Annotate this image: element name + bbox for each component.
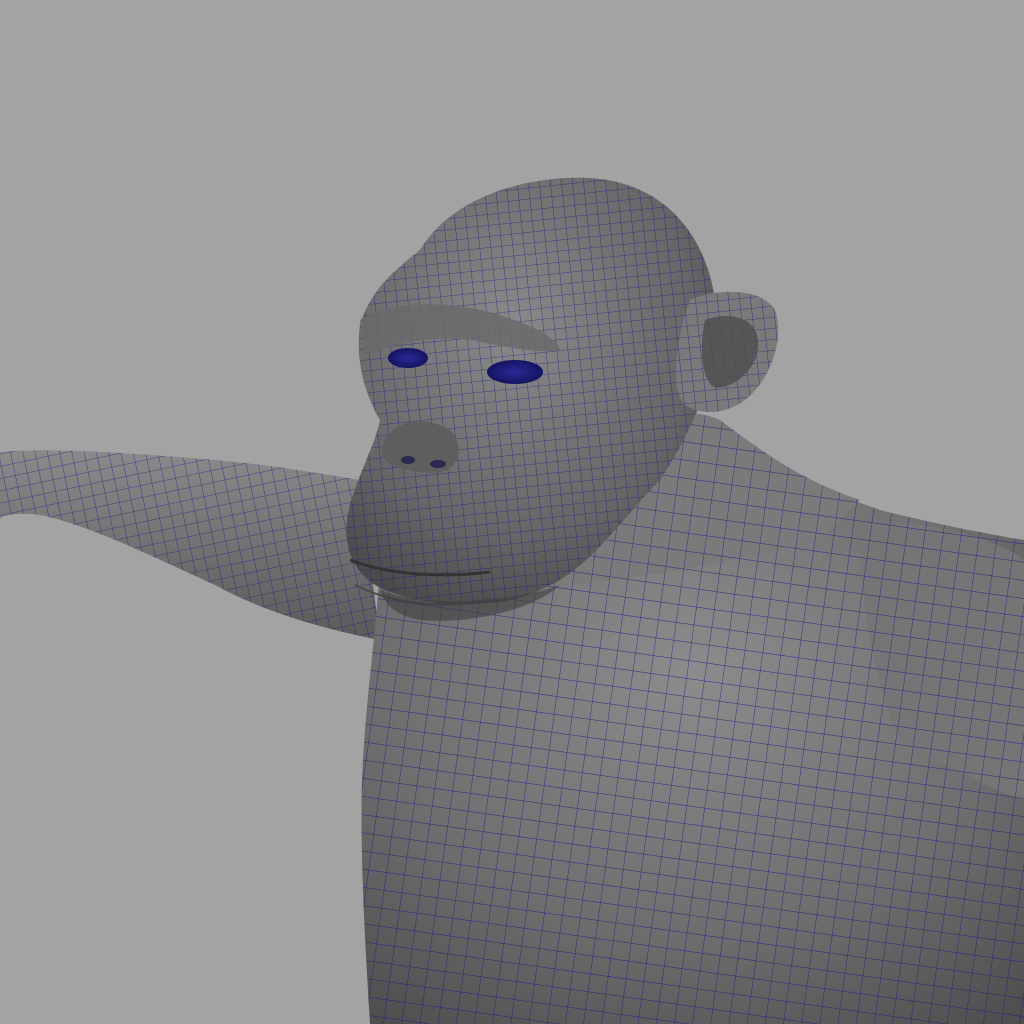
viewport-canvas[interactable] bbox=[0, 0, 1024, 1024]
left-eye bbox=[388, 348, 428, 368]
nostril-right bbox=[430, 460, 446, 468]
right-eye bbox=[487, 360, 543, 384]
ear-mesh[interactable] bbox=[675, 291, 779, 412]
nostril-left bbox=[401, 456, 415, 464]
left-arm-mesh[interactable] bbox=[0, 450, 380, 640]
3d-viewport[interactable] bbox=[0, 0, 1024, 1024]
